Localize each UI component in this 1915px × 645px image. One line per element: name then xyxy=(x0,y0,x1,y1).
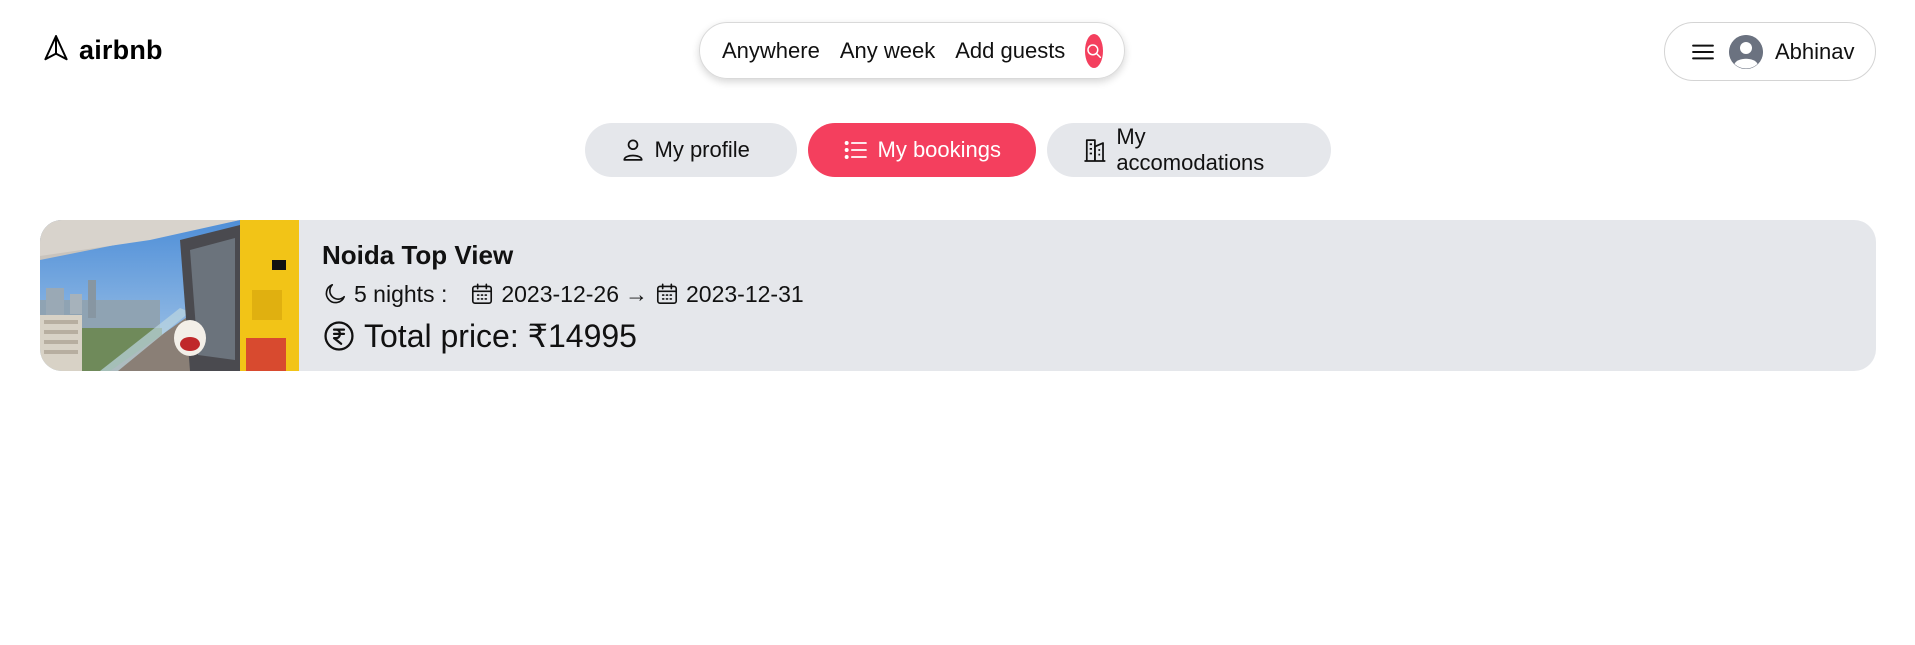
search-any-week[interactable]: Any week xyxy=(830,38,945,64)
calendar-icon xyxy=(656,283,678,305)
user-icon xyxy=(622,139,643,161)
logo-text: airbnb xyxy=(79,35,163,65)
airbnb-logo-link[interactable]: airbnb xyxy=(41,33,163,68)
account-tabs: My profile My bookings My accomodations xyxy=(0,123,1915,177)
check-out-date: 2023-12-31 xyxy=(686,280,804,307)
nights-count: 5 nights : xyxy=(354,280,448,307)
tab-label: My accomodations xyxy=(1116,124,1265,175)
rupee-icon xyxy=(324,321,354,351)
check-in-date: 2023-12-26 xyxy=(501,280,619,307)
moon-icon xyxy=(325,283,346,304)
tab-label: My profile xyxy=(654,137,750,162)
booking-dates-row: 5 nights : 2023-12-26 → 2023-12-31 xyxy=(322,276,804,312)
paper-plane-icon xyxy=(41,33,71,68)
place-photo xyxy=(40,220,299,371)
list-icon xyxy=(844,141,867,159)
calendar-icon xyxy=(472,283,493,305)
user-avatar-icon xyxy=(1729,34,1763,69)
tab-label: My bookings xyxy=(877,137,1002,162)
search-bar[interactable]: Anywhere Any week Add guests xyxy=(699,22,1125,79)
booking-info: Noida Top View 5 nights : 2023-12-26 → 2… xyxy=(299,220,804,371)
search-icon xyxy=(1087,43,1102,58)
building-icon xyxy=(1083,139,1105,162)
menu-icon xyxy=(1689,38,1717,66)
date-arrow: → xyxy=(625,280,648,307)
tab-my-bookings[interactable]: My bookings xyxy=(807,123,1036,177)
avatar xyxy=(1729,34,1763,69)
total-price-row: Total price: ₹14995 xyxy=(322,314,804,358)
booking-card[interactable]: Noida Top View 5 nights : 2023-12-26 → 2… xyxy=(40,220,1876,371)
search-button[interactable] xyxy=(1085,33,1104,68)
search-anywhere[interactable]: Anywhere xyxy=(722,38,830,64)
user-menu-button[interactable]: Abhinav xyxy=(1664,22,1876,81)
tab-my-profile[interactable]: My profile xyxy=(584,123,797,177)
user-name: Abhinav xyxy=(1775,38,1855,64)
tab-my-accomodations[interactable]: My accomodations xyxy=(1046,123,1331,177)
booking-title: Noida Top View xyxy=(322,240,514,270)
total-price: Total price: ₹14995 xyxy=(364,318,637,354)
search-add-guests[interactable]: Add guests xyxy=(945,38,1075,64)
